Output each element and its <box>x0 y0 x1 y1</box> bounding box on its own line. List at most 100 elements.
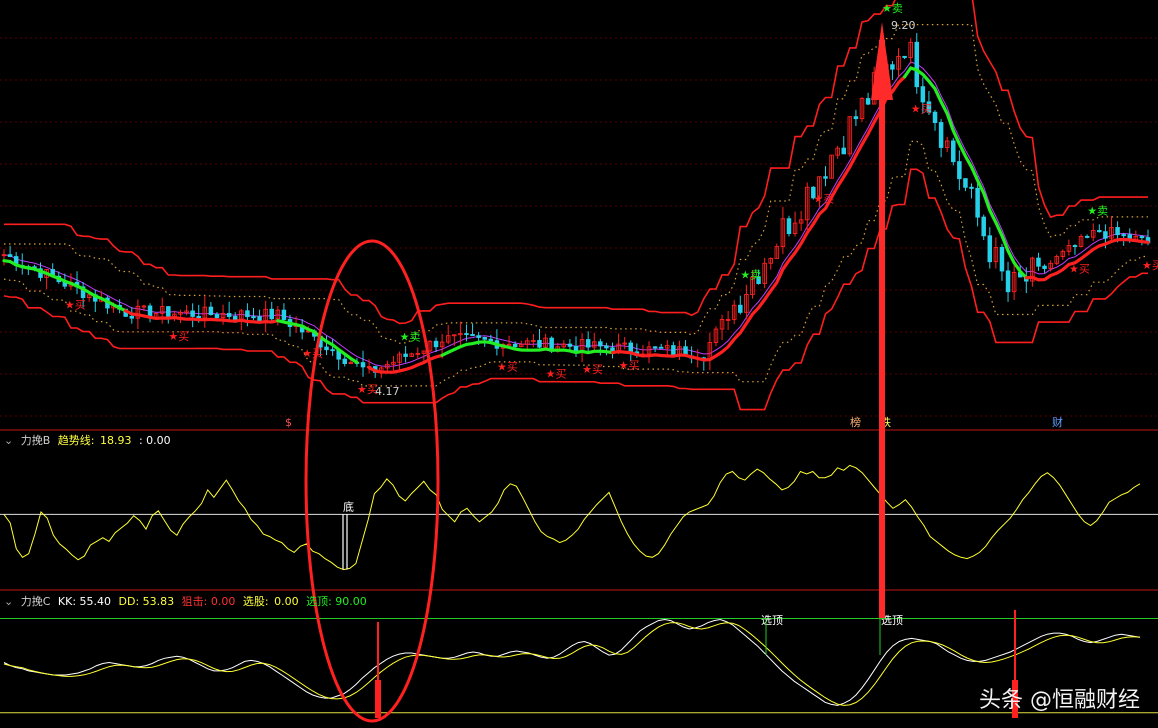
trend-line <box>3 464 1141 571</box>
candle-body <box>464 333 469 336</box>
candle-body <box>208 306 214 316</box>
chart-stage: ★买★买★买★买★买★买 ★买 ★买★买★买★买 ★买★卖★卖★卖9.204.17★卖… <box>0 0 1158 723</box>
candle-body <box>403 353 408 357</box>
candle-body <box>902 55 907 58</box>
trend-value: 18.93 <box>99 434 132 447</box>
buy-marker: ★买 <box>1069 262 1090 275</box>
candle-body <box>324 346 329 351</box>
candle-body <box>1139 236 1145 239</box>
sell-marker: ★卖 <box>740 268 761 281</box>
candle-body <box>652 346 658 349</box>
collapse-icon[interactable]: ⌄ <box>4 595 13 608</box>
candle-body <box>482 337 487 340</box>
bottom-marker: $ <box>285 416 292 429</box>
select-value: 0.00 <box>274 595 299 608</box>
dd-line <box>3 622 1141 706</box>
candle-body <box>1036 257 1041 267</box>
candle-body <box>938 122 944 148</box>
bottom-marker: 财 <box>1052 415 1063 429</box>
buy-marker: ★买 <box>302 347 323 360</box>
price-panel: ★买★买★买★买★买★买 ★买 ★买★买★买★买 ★买★卖★卖★卖9.204.17★卖… <box>1 0 1158 429</box>
panel2-name: 力挽B <box>20 434 51 447</box>
candle-body <box>488 338 494 342</box>
upper-dotted-band <box>4 24 1148 344</box>
kk-line <box>3 618 1141 706</box>
candle-body <box>1115 227 1120 236</box>
candle-body <box>957 161 962 180</box>
candle-body <box>1103 231 1108 239</box>
top-pick-value: 选顶: 90.00 <box>306 595 367 608</box>
price-low-label: 4.17 <box>375 385 400 398</box>
candle-body <box>598 341 603 347</box>
buy-marker: ★买 <box>497 360 518 373</box>
candle-body <box>604 345 609 349</box>
candle-body <box>658 346 664 349</box>
candle-body <box>951 140 956 163</box>
buy-marker: ★买 <box>619 359 640 372</box>
candle-body <box>975 187 980 218</box>
kk-value: KK: 55.40 <box>57 595 112 608</box>
buy-marker: ★买 <box>546 367 567 380</box>
candle-body <box>969 186 974 189</box>
dd-value: DD: 53.83 <box>118 595 175 608</box>
candle-body <box>342 358 348 364</box>
candle-body <box>512 343 518 348</box>
top-pick-label: 选顶 <box>761 614 783 627</box>
candle-body <box>506 343 512 346</box>
candle-body <box>196 315 201 319</box>
candle-body <box>853 116 859 120</box>
candle-body <box>433 340 439 348</box>
candle-body <box>129 315 135 319</box>
select-label: 选股: <box>242 595 269 608</box>
candle-body <box>1121 234 1126 237</box>
candle-body <box>981 216 986 237</box>
panel2-header: ⌄ 力挽B 趋势线: 18.93 : 0.00 <box>4 432 175 448</box>
candle-body <box>932 111 938 124</box>
candle-body <box>963 178 968 188</box>
collapse-icon[interactable]: ⌄ <box>4 434 13 447</box>
price-high-label: 9.20 <box>891 19 916 32</box>
candle-body <box>226 313 232 317</box>
buy-marker: ★买 <box>813 193 834 206</box>
sell-marker: ★卖 <box>1087 204 1108 217</box>
candle-body <box>1097 230 1102 233</box>
watermark: 头条 @恒融财经 <box>979 688 1140 713</box>
snipe-bar <box>375 680 381 718</box>
trend-label: 趋势线: <box>57 434 95 447</box>
candle-body <box>360 362 366 368</box>
candle-body <box>987 235 993 263</box>
trend-panel: 底 <box>0 464 1158 571</box>
candle-body <box>914 41 920 88</box>
candle-body <box>786 218 792 235</box>
candle-body <box>671 345 676 355</box>
candle-body <box>628 342 634 353</box>
candle-body <box>1072 245 1078 247</box>
candle-body <box>232 316 238 320</box>
candle-body <box>537 340 542 348</box>
candle-body <box>330 349 335 352</box>
candle-body <box>865 98 871 105</box>
candle-body <box>567 343 573 347</box>
buy-marker: ★买 <box>911 103 932 116</box>
candle-body <box>1042 265 1047 269</box>
candle-body <box>738 304 743 313</box>
panel2-extra: : 0.00 <box>138 434 171 447</box>
candle-body <box>476 335 481 338</box>
highlight-arrow-head <box>871 22 893 100</box>
candle-body <box>1084 235 1090 238</box>
candle-body <box>823 176 828 179</box>
buy-marker: ★买 <box>65 298 86 311</box>
bottom-signal-label: 底 <box>343 499 354 513</box>
candle-body <box>585 339 591 348</box>
candle-body <box>1005 270 1011 293</box>
panel3-header: ⌄ 力挽C KK: 55.40 DD: 53.83 狙击: 0.00 选股: 0… <box>4 593 371 609</box>
bottom-marker: 榜 <box>850 415 861 429</box>
buy-marker: ★买 <box>582 363 603 376</box>
snipe-value: 狙击: 0.00 <box>181 595 236 608</box>
panel3-name: 力挽C <box>20 595 51 608</box>
sell-marker: ★卖 <box>882 2 903 15</box>
candle-body <box>841 147 846 155</box>
candle-body <box>190 310 195 317</box>
buy-marker: ★买 <box>168 330 189 343</box>
candle-body <box>7 254 13 258</box>
